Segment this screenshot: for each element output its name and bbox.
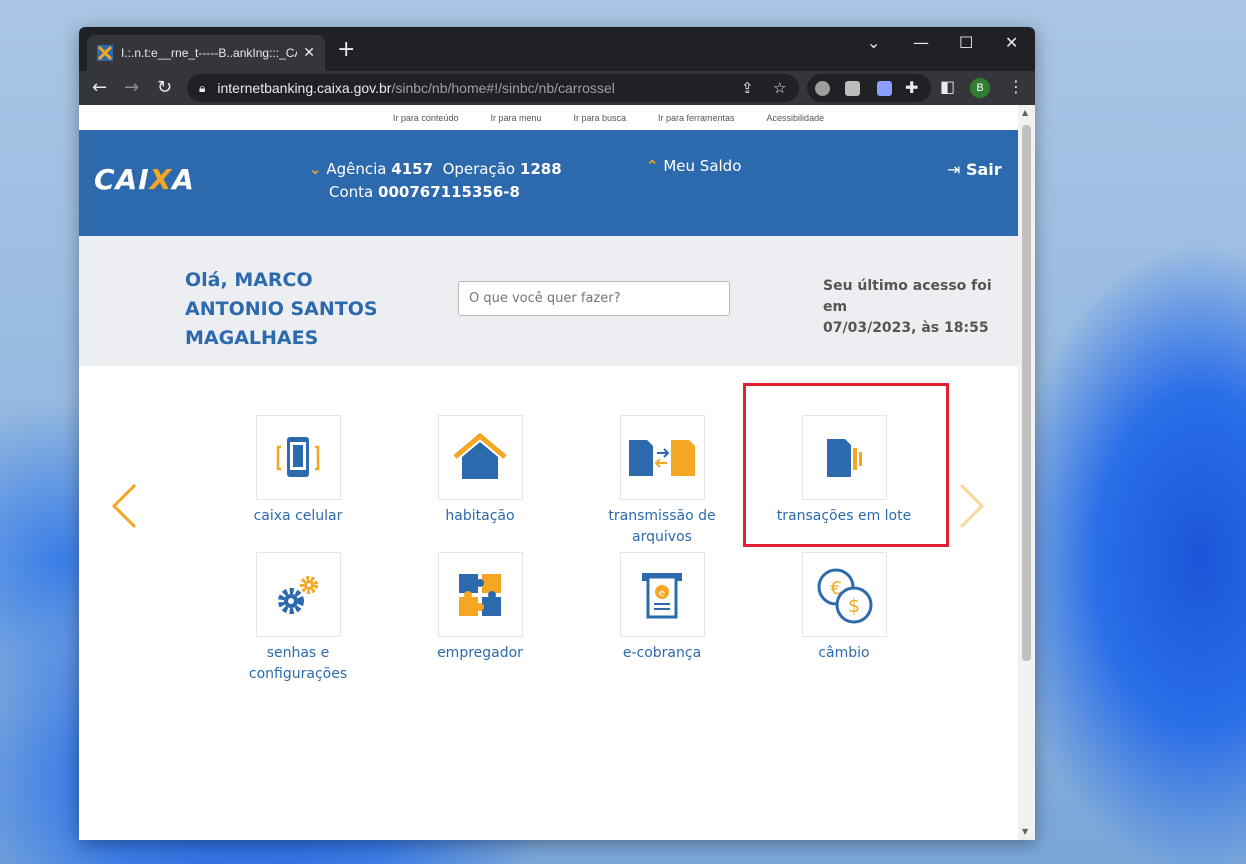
last-access-info: Seu último acesso foi em 07/03/2023, às … (823, 276, 1018, 339)
balance-toggle[interactable]: ⌃ Meu Saldo (646, 157, 741, 175)
logout-label: Sair (965, 160, 1002, 179)
highlight-box (743, 383, 949, 547)
tile-icon-box (437, 415, 523, 500)
extension-s-icon[interactable] (815, 81, 830, 96)
logout-icon: ⇥ (947, 160, 961, 179)
lock-icon: 🔒︎ (199, 80, 206, 95)
url-path: /sinbc/nb/home#!/sinbc/nb/carrossel (391, 80, 615, 96)
tile-icon-box (255, 415, 341, 500)
tile-cambio[interactable]: € $ câmbio (774, 552, 914, 664)
tile-icon-box: € $ (801, 552, 887, 637)
carousel-prev-arrow-icon[interactable] (109, 482, 139, 530)
welcome-section: Olá, MARCO ANTONIO SANTOS MAGALHAES Seu … (79, 236, 1018, 366)
carousel-next-arrow-icon[interactable] (957, 482, 987, 530)
forward-button[interactable]: → (124, 77, 139, 99)
tab-close-icon[interactable]: ✕ (303, 45, 315, 61)
tile-label: caixa celular (253, 508, 343, 524)
tile-label: habitação (445, 508, 515, 524)
logout-button[interactable]: ⇥ Sair (947, 160, 1002, 179)
caixa-favicon-icon (97, 45, 113, 61)
scroll-down-icon[interactable]: ▼ (1022, 827, 1028, 836)
profile-avatar[interactable]: B (970, 78, 990, 98)
skip-to-menu-link[interactable]: Ir para menu (490, 113, 541, 123)
caixa-logo[interactable]: CAIXA (94, 163, 195, 196)
svg-text:e: e (659, 588, 665, 599)
last-access-datetime: 07/03/2023, às 18:55 (823, 320, 989, 336)
agency-label: Agência (326, 160, 387, 178)
puzzle-extensions-icon[interactable]: ✚ (905, 78, 918, 97)
tile-label: empregador (437, 645, 523, 661)
operation-label: Operação (442, 160, 516, 178)
account-value: 000767115356-8 (378, 183, 520, 201)
tile-label: senhas e configurações (248, 645, 348, 682)
new-tab-button[interactable]: + (337, 39, 355, 61)
tab-bar: I.:.n.t:e__rne_t-----B..ankIng:::_CA.r ✕… (79, 27, 1035, 71)
reload-button[interactable]: ↻ (157, 77, 172, 99)
tile-label: transmissão de arquivos (608, 508, 716, 545)
skip-to-content-link[interactable]: Ir para conteúdo (393, 113, 459, 123)
maximize-button[interactable]: ☐ (959, 33, 973, 52)
page-scrollbar[interactable]: ▲ ▼ (1018, 105, 1035, 840)
share-icon[interactable]: ⇪ (741, 79, 754, 97)
services-carousel: caixa celular habitação transmissão de a… (79, 366, 1018, 826)
extension-eb-icon[interactable] (877, 81, 892, 96)
tile-label: câmbio (818, 645, 870, 661)
url-host: internetbanking.caixa.gov.br (217, 80, 392, 96)
file-transfer-icon (629, 439, 695, 476)
tab-title: I.:.n.t:e__rne_t-----B..ankIng:::_CA.r (121, 46, 298, 60)
account-label: Conta (329, 183, 374, 201)
e-billing-icon: e (642, 572, 682, 618)
scroll-thumb[interactable] (1022, 125, 1031, 661)
gears-icon (278, 575, 318, 614)
site-header: CAIXA ⌄ Agência 4157 Operação 1288 Conta… (79, 130, 1018, 236)
house-icon (453, 432, 507, 479)
tile-empregador[interactable]: empregador (410, 552, 550, 664)
tile-icon-box (437, 552, 523, 637)
side-panel-icon[interactable]: ◧ (940, 77, 955, 96)
skip-to-search-link[interactable]: Ir para busca (573, 113, 626, 123)
tile-icon-box (619, 415, 705, 500)
minimize-button[interactable]: — (913, 33, 929, 52)
chevron-down-icon: ⌄ (309, 160, 322, 178)
back-button[interactable]: ← (92, 77, 107, 99)
phone-icon (276, 436, 320, 477)
tile-e-cobranca[interactable]: e e-cobrança (592, 552, 732, 664)
tile-icon-box (255, 552, 341, 637)
browser-tab[interactable]: I.:.n.t:e__rne_t-----B..ankIng:::_CA.r ✕ (87, 35, 325, 71)
address-bar[interactable]: 🔒︎ internetbanking.caixa.gov.br/sinbc/nb… (187, 74, 799, 102)
last-access-line1: Seu último acesso foi em (823, 278, 992, 315)
agency-value: 4157 (391, 160, 434, 178)
skip-to-tools-link[interactable]: Ir para ferramentas (658, 113, 735, 123)
extension-box-icon[interactable] (845, 81, 860, 96)
bookmark-star-icon[interactable]: ☆ (773, 79, 786, 97)
puzzle-icon (459, 573, 501, 616)
search-input[interactable] (458, 281, 730, 316)
tile-icon-box: e (619, 552, 705, 637)
account-info[interactable]: ⌄ Agência 4157 Operação 1288 Conta 00076… (309, 158, 562, 204)
accessibility-links: Ir para conteúdo Ir para menu Ir para bu… (79, 105, 1018, 130)
tile-transmissao-arquivos[interactable]: transmissão de arquivos (592, 415, 732, 548)
tab-search-icon[interactable]: ⌄ (867, 33, 880, 52)
chevron-up-icon: ⌃ (646, 157, 659, 175)
tile-senhas-configuracoes[interactable]: senhas e configurações (228, 552, 368, 685)
svg-text:$: $ (848, 595, 860, 617)
tile-label: e-cobrança (622, 645, 702, 661)
tile-caixa-celular[interactable]: caixa celular (228, 415, 368, 527)
close-window-button[interactable]: ✕ (1005, 33, 1018, 52)
menu-kebab-icon[interactable]: ⋮ (1008, 77, 1024, 96)
operation-value: 1288 (519, 160, 562, 178)
page-viewport: Ir para conteúdo Ir para menu Ir para bu… (79, 105, 1018, 840)
browser-toolbar: ← → ↻ 🔒︎ internetbanking.caixa.gov.br/si… (79, 71, 1035, 105)
accessibility-link[interactable]: Acessibilidade (767, 113, 825, 123)
balance-label: Meu Saldo (663, 157, 742, 175)
browser-window: I.:.n.t:e__rne_t-----B..ankIng:::_CA.r ✕… (79, 27, 1035, 840)
currency-exchange-icon: € $ (817, 568, 873, 623)
tile-habitacao[interactable]: habitação (410, 415, 550, 527)
user-greeting: Olá, MARCO ANTONIO SANTOS MAGALHAES (185, 269, 378, 349)
extensions-group: ✚ (807, 74, 931, 102)
scroll-up-icon[interactable]: ▲ (1022, 108, 1028, 117)
